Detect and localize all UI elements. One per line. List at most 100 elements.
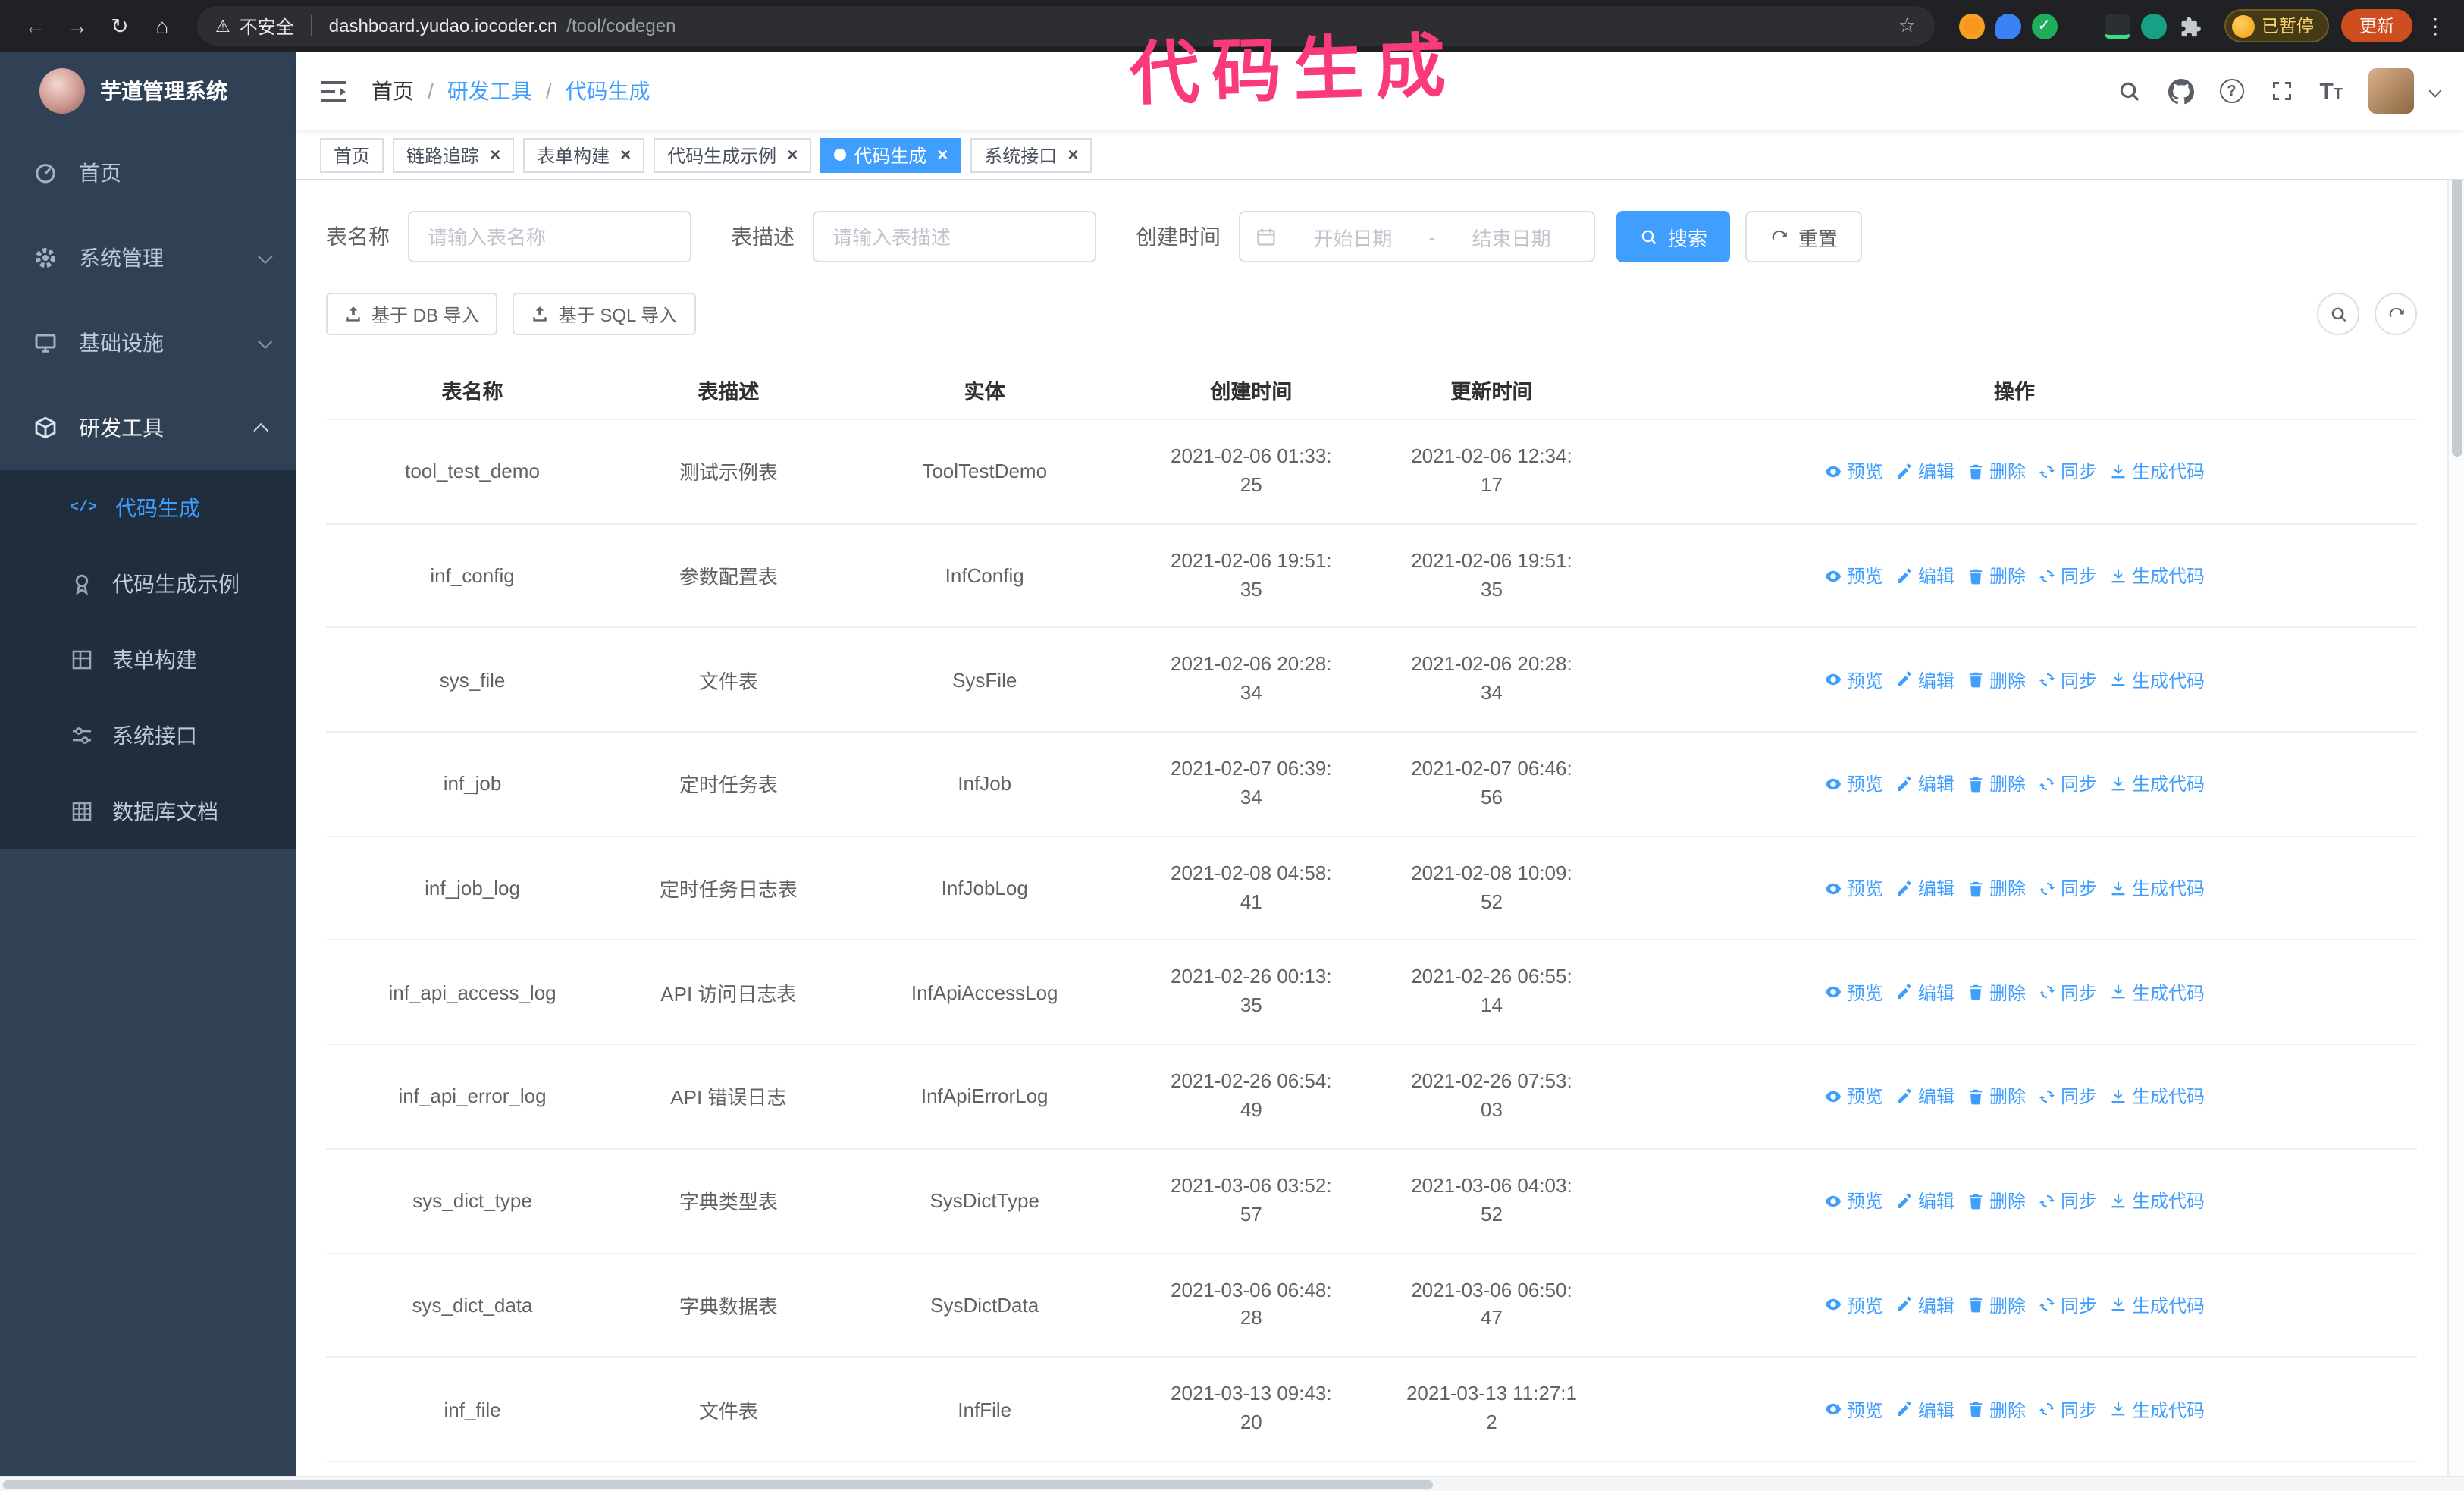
extension-icon[interactable]: ✓ [2031, 13, 2057, 39]
import-sql-button[interactable]: 基于 SQL 导入 [513, 293, 696, 335]
preview-link[interactable]: 预览 [1824, 980, 1883, 1006]
hamburger-icon[interactable] [320, 80, 347, 102]
edit-link[interactable]: 编辑 [1895, 980, 1955, 1006]
generate-code-link[interactable]: 生成代码 [2109, 875, 2205, 901]
sidebar-item-codegen-example[interactable]: 代码生成示例 [0, 546, 296, 622]
sidebar-item-infra[interactable]: 基础设施 [0, 300, 296, 385]
start-date-placeholder[interactable]: 开始日期 [1286, 222, 1420, 251]
help-icon[interactable]: ? [2219, 79, 2244, 103]
tab-system-api[interactable]: 系统接口 × [970, 137, 1092, 172]
delete-link[interactable]: 删除 [1967, 1188, 2026, 1213]
close-icon[interactable]: × [490, 144, 500, 165]
edit-link[interactable]: 编辑 [1895, 1396, 1955, 1422]
edit-link[interactable]: 编辑 [1895, 1084, 1955, 1110]
generate-code-link[interactable]: 生成代码 [2109, 667, 2205, 692]
user-avatar[interactable] [2368, 68, 2414, 114]
preview-link[interactable]: 预览 [1824, 563, 1883, 589]
tab-trace[interactable]: 链路追踪 × [393, 137, 515, 172]
fullscreen-icon[interactable] [2269, 79, 2293, 103]
font-size-icon[interactable]: TT [2319, 78, 2343, 104]
browser-back-icon[interactable]: ← [15, 6, 55, 46]
tab-codegen[interactable]: 代码生成 × [820, 137, 962, 172]
table-name-input[interactable] [408, 211, 691, 262]
chevron-down-icon[interactable] [2428, 84, 2442, 98]
delete-link[interactable]: 删除 [1967, 1396, 2026, 1422]
delete-link[interactable]: 删除 [1967, 980, 2026, 1006]
sync-link[interactable]: 同步 [2038, 667, 2097, 692]
generate-code-link[interactable]: 生成代码 [2109, 771, 2205, 797]
tab-home[interactable]: 首页 [320, 137, 384, 172]
scrollbar-thumb[interactable] [3, 1480, 1432, 1489]
sidebar-item-system-api[interactable]: 系统接口 [0, 698, 296, 774]
breadcrumb-home[interactable]: 首页 [371, 76, 414, 106]
generate-code-link[interactable]: 生成代码 [2109, 1292, 2205, 1318]
preview-link[interactable]: 预览 [1824, 667, 1883, 692]
sync-link[interactable]: 同步 [2038, 1084, 2097, 1110]
import-db-button[interactable]: 基于 DB 导入 [326, 293, 498, 335]
breadcrumb-section[interactable]: 研发工具 [447, 76, 532, 106]
security-label[interactable]: 不安全 [240, 13, 294, 39]
edit-link[interactable]: 编辑 [1895, 1188, 1955, 1213]
sync-link[interactable]: 同步 [2038, 1396, 2097, 1422]
address-bar[interactable]: ⚠ 不安全 dashboard.yudao.iocoder.cn/tool/co… [197, 6, 1934, 46]
browser-reload-icon[interactable]: ↻ [100, 6, 140, 46]
paused-badge[interactable]: 已暂停 [2224, 9, 2329, 42]
edit-link[interactable]: 编辑 [1895, 563, 1955, 589]
browser-home-icon[interactable]: ⌂ [143, 6, 182, 46]
search-button[interactable]: 搜索 [1616, 211, 1731, 262]
preview-link[interactable]: 预览 [1824, 1292, 1883, 1318]
extension-icon[interactable] [2067, 13, 2093, 39]
reset-button[interactable]: 重置 [1745, 211, 1863, 262]
delete-link[interactable]: 删除 [1967, 771, 2026, 797]
generate-code-link[interactable]: 生成代码 [2109, 1396, 2205, 1422]
sidebar-item-system[interactable]: 系统管理 [0, 215, 296, 300]
generate-code-link[interactable]: 生成代码 [2109, 563, 2205, 589]
close-icon[interactable]: × [620, 144, 631, 165]
delete-link[interactable]: 删除 [1967, 1084, 2026, 1110]
sidebar-item-form-builder[interactable]: 表单构建 [0, 622, 296, 698]
browser-forward-icon[interactable]: → [58, 6, 97, 46]
delete-link[interactable]: 删除 [1967, 563, 2026, 589]
browser-update-button[interactable]: 更新 [2341, 9, 2412, 42]
table-desc-input[interactable] [813, 211, 1096, 262]
date-range-picker[interactable]: 开始日期 - 结束日期 [1239, 211, 1595, 262]
generate-code-link[interactable]: 生成代码 [2109, 459, 2205, 485]
extension-icon[interactable] [2140, 13, 2166, 39]
extension-icon[interactable] [1958, 13, 1984, 39]
preview-link[interactable]: 预览 [1824, 771, 1883, 797]
app-logo[interactable]: 芋道管理系统 [0, 52, 296, 130]
close-icon[interactable]: × [1067, 144, 1078, 165]
sync-link[interactable]: 同步 [2038, 563, 2097, 589]
edit-link[interactable]: 编辑 [1895, 667, 1955, 692]
extensions-puzzle-icon[interactable] [2177, 13, 2202, 39]
sync-link[interactable]: 同步 [2038, 1292, 2097, 1318]
search-icon[interactable] [2116, 78, 2142, 104]
close-icon[interactable]: × [787, 144, 798, 165]
sync-link[interactable]: 同步 [2038, 875, 2097, 901]
refresh-table-button[interactable] [2375, 293, 2417, 335]
generate-code-link[interactable]: 生成代码 [2109, 1084, 2205, 1110]
github-icon[interactable] [2168, 78, 2194, 104]
preview-link[interactable]: 预览 [1824, 1396, 1883, 1422]
preview-link[interactable]: 预览 [1824, 1188, 1883, 1213]
delete-link[interactable]: 删除 [1967, 875, 2026, 901]
edit-link[interactable]: 编辑 [1895, 459, 1955, 485]
tab-form-builder[interactable]: 表单构建 × [523, 137, 645, 172]
bookmark-star-icon[interactable]: ☆ [1898, 14, 1916, 38]
delete-link[interactable]: 删除 [1967, 667, 2026, 692]
horizontal-scrollbar[interactable] [0, 1476, 2464, 1491]
delete-link[interactable]: 删除 [1967, 459, 2026, 485]
sidebar-item-home[interactable]: 首页 [0, 130, 296, 215]
edit-link[interactable]: 编辑 [1895, 1292, 1955, 1318]
sidebar-item-codegen[interactable]: </> 代码生成 [0, 470, 296, 546]
tab-codegen-example[interactable]: 代码生成示例 × [654, 137, 812, 172]
end-date-placeholder[interactable]: 结束日期 [1444, 222, 1578, 251]
sync-link[interactable]: 同步 [2038, 771, 2097, 797]
extension-icon[interactable] [2104, 13, 2130, 39]
preview-link[interactable]: 预览 [1824, 1084, 1883, 1110]
vertical-scrollbar[interactable] [2447, 52, 2464, 1476]
extension-icon[interactable] [1995, 13, 2020, 39]
toggle-search-button[interactable] [2317, 293, 2359, 335]
sync-link[interactable]: 同步 [2038, 1188, 2097, 1213]
browser-menu-icon[interactable]: ⋮ [2422, 13, 2449, 39]
